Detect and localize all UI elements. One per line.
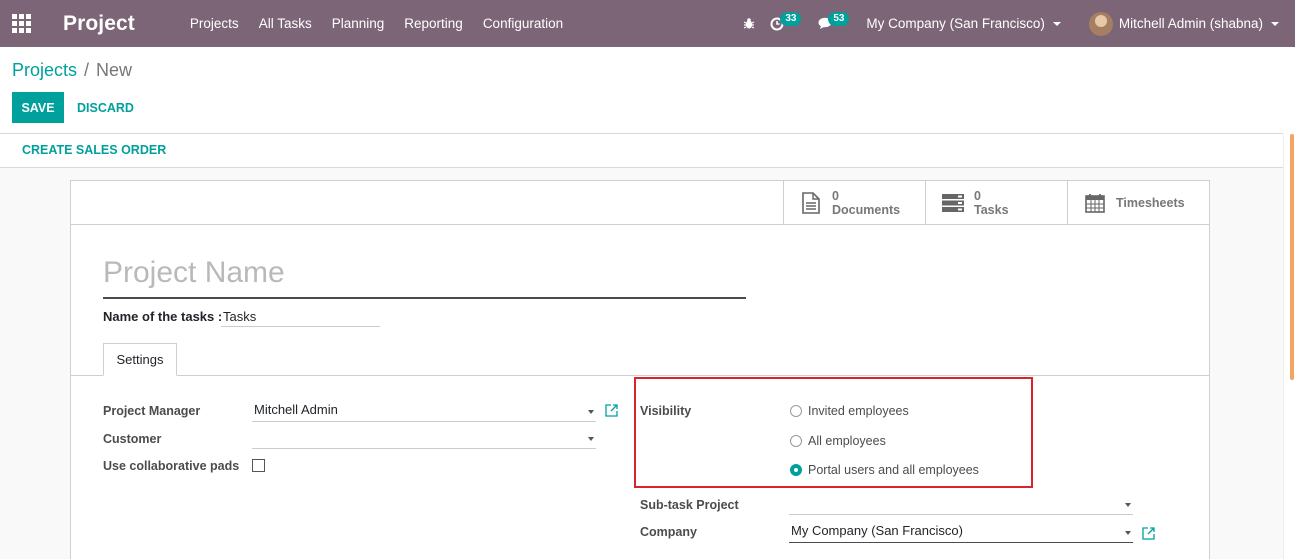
radio-unchecked-icon bbox=[790, 405, 802, 417]
user-menu[interactable]: Mitchell Admin (shabna) bbox=[1088, 11, 1279, 36]
external-link-icon[interactable] bbox=[1142, 527, 1155, 540]
scrollbar-thumb[interactable] bbox=[1290, 134, 1294, 380]
customer-label: Customer bbox=[103, 432, 162, 446]
breadcrumb-projects-link[interactable]: Projects bbox=[12, 60, 77, 81]
documents-smart-button[interactable]: 0 Documents bbox=[783, 181, 925, 225]
tasks-name-label: Name of the tasks : bbox=[103, 309, 223, 324]
dropdown-caret-icon bbox=[1125, 531, 1131, 535]
visibility-option-label: Invited employees bbox=[808, 404, 909, 418]
tasks-count: 0 bbox=[974, 189, 981, 203]
dropdown-caret-icon bbox=[588, 410, 594, 414]
breadcrumb: Projects / New bbox=[12, 60, 132, 81]
main-menu: Projects All Tasks Planning Reporting Co… bbox=[180, 0, 573, 47]
external-link-icon[interactable] bbox=[605, 404, 618, 417]
menu-projects[interactable]: Projects bbox=[180, 0, 249, 47]
discard-button[interactable]: DISCARD bbox=[70, 92, 141, 123]
debug-bug-icon[interactable] bbox=[732, 0, 766, 47]
top-navbar: Project Projects All Tasks Planning Repo… bbox=[0, 0, 1295, 47]
company-switcher-label: My Company (San Francisco) bbox=[866, 16, 1045, 31]
smart-button-box: 0 Documents 0 Tasks Timesheets bbox=[71, 181, 1209, 225]
form-statusbar: CREATE SALES ORDER bbox=[0, 134, 1283, 168]
document-icon bbox=[800, 192, 822, 214]
save-button[interactable]: SAVE bbox=[12, 92, 64, 123]
documents-count: 0 bbox=[832, 189, 839, 203]
company-switcher[interactable]: My Company (San Francisco) bbox=[866, 16, 1061, 31]
calendar-icon bbox=[1084, 193, 1106, 213]
company-field[interactable]: My Company (San Francisco) bbox=[789, 523, 1133, 543]
messages-chat-icon[interactable]: 53 bbox=[810, 0, 862, 47]
visibility-option-label: All employees bbox=[808, 434, 886, 448]
visibility-option-portal[interactable]: Portal users and all employees bbox=[790, 463, 979, 477]
systray: 33 53 My Company (San Francisco) Mitchel… bbox=[732, 0, 1295, 47]
project-manager-label: Project Manager bbox=[103, 404, 201, 418]
tasks-smart-button[interactable]: 0 Tasks bbox=[925, 181, 1067, 225]
apps-grid-icon bbox=[11, 14, 31, 33]
menu-reporting[interactable]: Reporting bbox=[394, 0, 473, 47]
app-brand[interactable]: Project bbox=[63, 12, 135, 36]
apps-menu-button[interactable] bbox=[0, 0, 42, 47]
collaborative-pads-label: Use collaborative pads bbox=[103, 459, 240, 473]
radio-unchecked-icon bbox=[790, 435, 802, 447]
breadcrumb-separator: / bbox=[84, 60, 90, 80]
menu-configuration[interactable]: Configuration bbox=[473, 0, 573, 47]
tab-settings[interactable]: Settings bbox=[103, 343, 177, 376]
timesheets-label: Timesheets bbox=[1116, 196, 1185, 210]
breadcrumb-current: New bbox=[96, 60, 133, 80]
company-value: My Company (San Francisco) bbox=[791, 523, 963, 538]
tasks-name-input[interactable]: Tasks bbox=[221, 307, 380, 327]
tasks-label: Tasks bbox=[974, 203, 1009, 217]
chevron-down-icon bbox=[1052, 21, 1061, 26]
visibility-option-invited[interactable]: Invited employees bbox=[790, 404, 909, 418]
dropdown-caret-icon bbox=[1125, 503, 1131, 507]
menu-planning[interactable]: Planning bbox=[322, 0, 395, 47]
customer-field[interactable] bbox=[252, 429, 596, 449]
visibility-option-all-employees[interactable]: All employees bbox=[790, 434, 886, 448]
project-manager-value: Mitchell Admin bbox=[254, 402, 338, 417]
messages-count-badge: 53 bbox=[828, 12, 850, 26]
project-manager-field[interactable]: Mitchell Admin bbox=[252, 402, 596, 422]
radio-checked-icon bbox=[790, 464, 802, 476]
tasks-stack-icon bbox=[942, 194, 964, 212]
subtask-project-label: Sub-task Project bbox=[640, 498, 739, 512]
chevron-down-icon bbox=[1271, 21, 1279, 26]
user-name: Mitchell Admin (shabna) bbox=[1118, 16, 1263, 31]
visibility-option-label: Portal users and all employees bbox=[808, 463, 979, 477]
dropdown-caret-icon bbox=[588, 437, 594, 441]
timesheets-smart-button[interactable]: Timesheets bbox=[1067, 181, 1209, 225]
activity-count-badge: 33 bbox=[780, 12, 802, 26]
collaborative-pads-checkbox[interactable] bbox=[252, 459, 265, 472]
avatar bbox=[1088, 11, 1113, 36]
visibility-label: Visibility bbox=[640, 404, 692, 418]
notebook-tabs: Settings bbox=[71, 343, 1209, 376]
menu-all-tasks[interactable]: All Tasks bbox=[249, 0, 322, 47]
documents-label: Documents bbox=[832, 203, 901, 217]
subtask-project-field[interactable] bbox=[789, 495, 1133, 515]
project-name-input[interactable]: Project Name bbox=[103, 253, 746, 299]
activity-clock-icon[interactable]: 33 bbox=[766, 0, 810, 47]
create-sales-order-button[interactable]: CREATE SALES ORDER bbox=[22, 143, 166, 157]
company-label: Company bbox=[640, 525, 697, 539]
